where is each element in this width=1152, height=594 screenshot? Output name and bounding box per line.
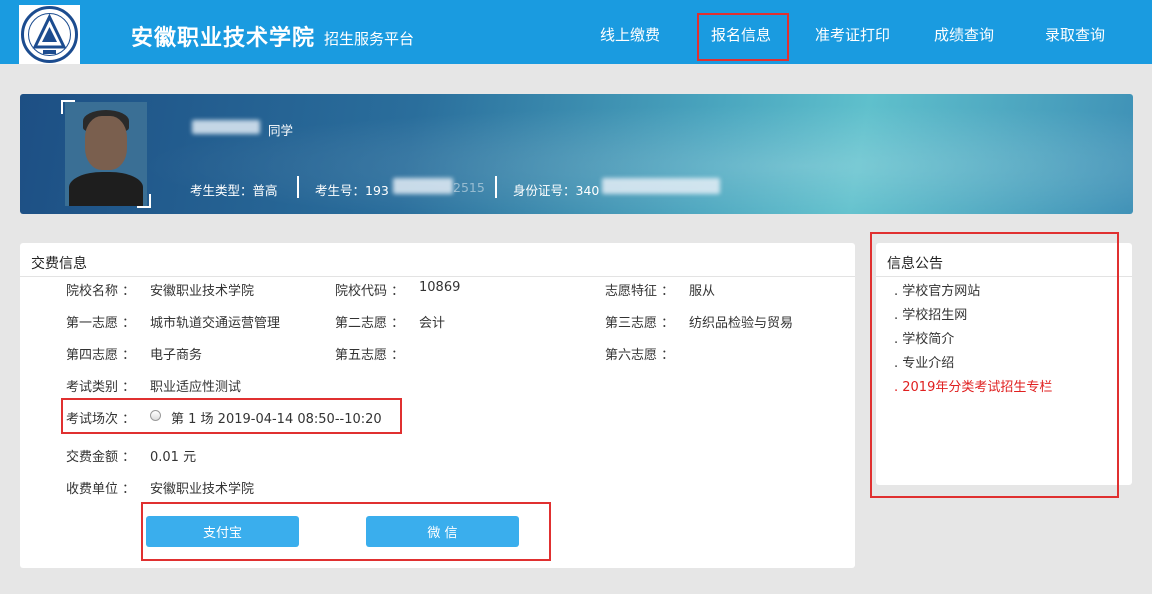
nav-score-query[interactable]: 成绩查询 — [934, 24, 994, 45]
panel-divider — [20, 276, 855, 277]
fee-panel-title: 交费信息 — [31, 256, 87, 272]
school-name-label: 院校名称 ： — [66, 284, 136, 299]
student-type: 考生类型：普高 — [190, 183, 278, 198]
top-header: 安徽职业技术学院 招生服务平台 线上缴费 报名信息 准考证打印 成绩查询 录取查… — [0, 0, 1152, 64]
active-nav-highlight-box — [697, 13, 789, 61]
student-photo — [61, 100, 151, 208]
school-code-label: 院校代码 ： — [335, 284, 405, 299]
wish4-label: 第四志愿 ： — [66, 348, 136, 363]
wish1-label: 第一志愿 ： — [66, 316, 136, 331]
payment-buttons-highlight-box — [141, 502, 551, 561]
nav-admission-query[interactable]: 录取查询 — [1045, 24, 1105, 45]
platform-name: 招生服务平台 — [324, 30, 415, 48]
amount-value: 0.01 元 — [150, 450, 197, 465]
wish2-value: 会计 — [419, 316, 446, 331]
redacted-id-number — [602, 178, 720, 194]
wish6-label: 第六志愿 ： — [605, 348, 675, 363]
payee-value: 安徽职业技术学院 — [150, 482, 255, 497]
notice-highlight-box — [870, 232, 1119, 498]
redacted-exam-number — [393, 178, 453, 194]
id-number: 身份证号：340 — [513, 183, 600, 198]
nav-admission-ticket-print[interactable]: 准考证打印 — [815, 24, 890, 45]
wish2-label: 第二志愿 ： — [335, 316, 405, 331]
banner-separator — [495, 176, 497, 198]
exam-number-suffix: 2515 — [453, 180, 485, 195]
school-code-value: 10869 — [419, 280, 461, 295]
exam-type-label: 考试类别 ： — [66, 380, 136, 395]
exam-number: 考生号：193 — [315, 183, 389, 198]
wish1-value: 城市轨道交通运营管理 — [150, 316, 281, 331]
student-name-suffix: 同学 — [268, 123, 294, 138]
wish5-label: 第五志愿 ： — [335, 348, 405, 363]
banner-separator — [297, 176, 299, 198]
wish-feature-label: 志愿特征 ： — [605, 284, 675, 299]
wish3-value: 纺织品检验与贸易 — [689, 316, 794, 331]
wish4-value: 电子商务 — [150, 348, 203, 363]
redacted-name — [192, 120, 260, 134]
wish-feature-value: 服从 — [689, 284, 716, 299]
student-banner: 同学 考生类型：普高 考生号：193 2515 身份证号：340 — [20, 94, 1133, 214]
school-name-value: 安徽职业技术学院 — [150, 284, 255, 299]
session-highlight-box — [61, 398, 402, 434]
exam-type-value: 职业适应性测试 — [150, 380, 242, 395]
payee-label: 收费单位 ： — [66, 482, 136, 497]
amount-label: 交费金额 ： — [66, 450, 136, 465]
school-name: 安徽职业技术学院 — [131, 26, 316, 51]
wish3-label: 第三志愿 ： — [605, 316, 675, 331]
school-emblem-icon[interactable] — [19, 5, 80, 64]
nav-online-payment[interactable]: 线上缴费 — [600, 24, 660, 45]
fee-info-panel: 交费信息 院校名称 ： 安徽职业技术学院 院校代码 ： 10869 志愿特征 ：… — [20, 243, 855, 568]
